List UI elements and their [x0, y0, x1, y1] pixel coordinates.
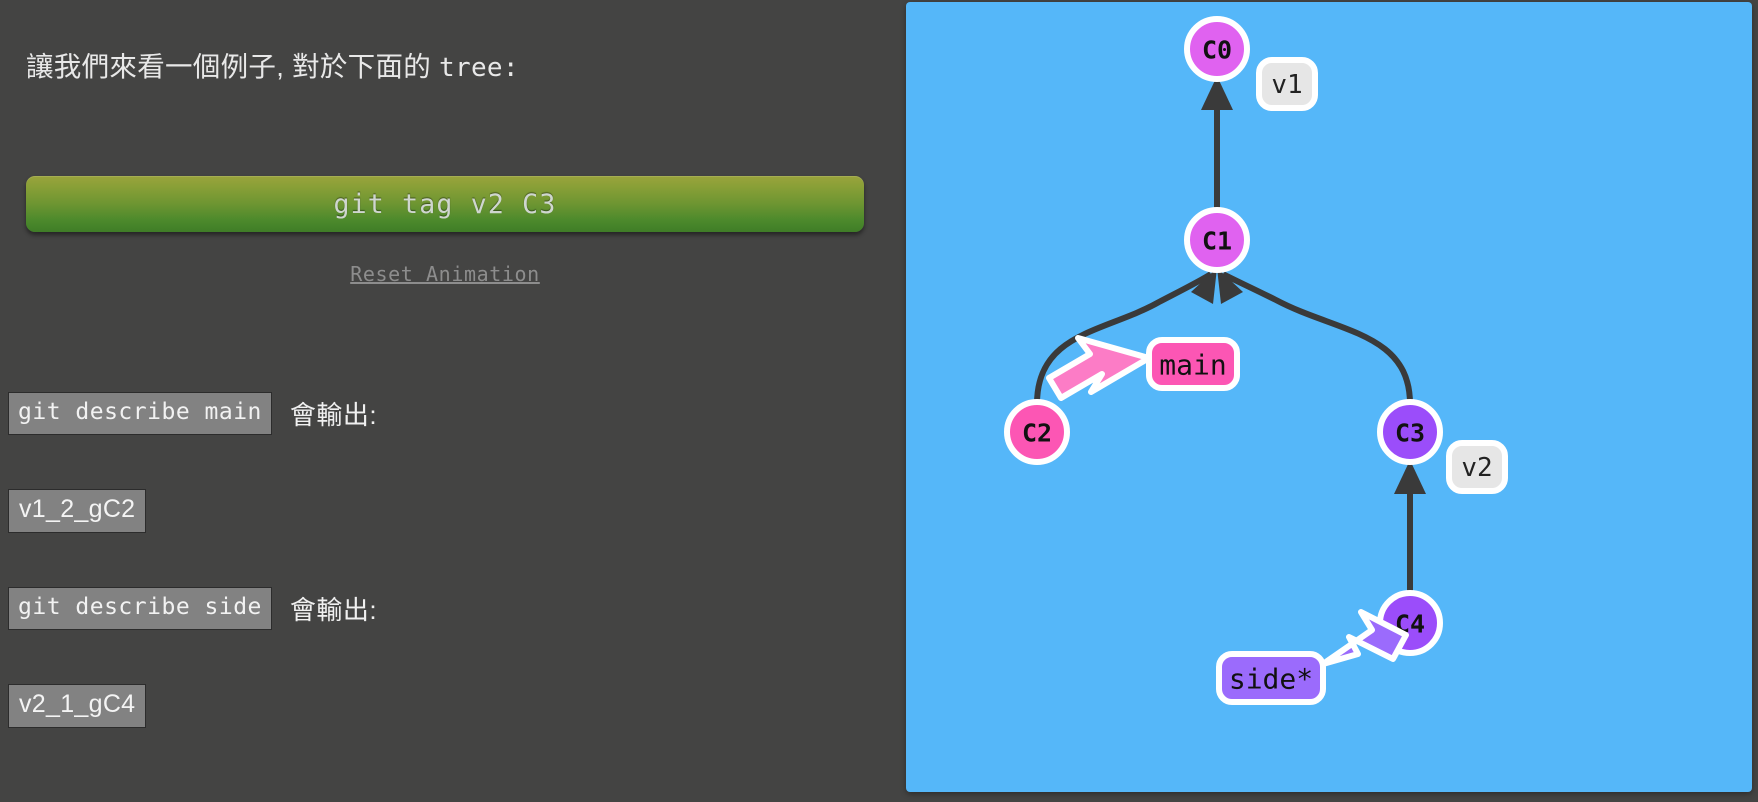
tag-v1-label: v1 — [1271, 70, 1302, 100]
lesson-intro-text: 讓我們來看一個例子, 對於下面的 — [26, 51, 440, 82]
git-commit-graph: .commit-circle { stroke-width: 6px; } .c… — [1004, 16, 1508, 705]
commit-c3-label: C3 — [1395, 419, 1425, 448]
git-visualization-panel[interactable]: .commit-circle { stroke-width: 6px; } .c… — [906, 2, 1752, 792]
commit-node-c0[interactable]: C0 — [1184, 16, 1250, 82]
result-row-describe-main: git describe main 會輸出: — [8, 392, 377, 435]
branch-main-label: main — [1159, 349, 1226, 382]
command-chip-describe-side: git describe side — [8, 587, 272, 630]
branch-side[interactable]: side* — [1216, 609, 1409, 705]
output-chip-describe-side: v2_1_gC4 — [8, 684, 147, 729]
tag-v2-label: v2 — [1461, 453, 1492, 483]
lesson-panel: 讓我們來看一個例子, 對於下面的 tree: git tag v2 C3 Res… — [0, 0, 906, 802]
commit-node-c1[interactable]: C1 — [1184, 207, 1250, 273]
commit-node-c3[interactable]: C3 — [1377, 399, 1443, 465]
edge-c3-to-c1 — [1217, 268, 1413, 405]
reset-animation-link[interactable]: Reset Animation — [26, 262, 864, 286]
commit-c2-label: C2 — [1022, 419, 1052, 448]
edge-c1-to-c0 — [1201, 76, 1233, 212]
lesson-intro-paragraph: 讓我們來看一個例子, 對於下面的 tree: — [26, 0, 880, 86]
lesson-intro-mono: tree: — [439, 53, 519, 83]
tag-v2[interactable]: v2 — [1446, 440, 1508, 494]
command-chip-describe-main: git describe main — [8, 392, 272, 435]
branch-side-label: side* — [1229, 663, 1313, 696]
git-tag-command-button[interactable]: git tag v2 C3 — [26, 176, 864, 232]
commit-c1-label: C1 — [1202, 227, 1232, 256]
edge-c4-to-c3 — [1394, 460, 1426, 594]
will-output-label-main: 會輸出: — [289, 399, 378, 430]
commit-c0-label: C0 — [1202, 36, 1232, 65]
output-chip-describe-main: v1_2_gC2 — [8, 489, 147, 534]
will-output-label-side: 會輸出: — [289, 594, 378, 625]
branch-main[interactable]: main — [1046, 335, 1240, 401]
commit-node-c2[interactable]: C2 — [1004, 399, 1070, 465]
tag-v1[interactable]: v1 — [1256, 57, 1318, 111]
result-row-describe-side: git describe side 會輸出: — [8, 587, 377, 630]
app-root: 讓我們來看一個例子, 對於下面的 tree: git tag v2 C3 Res… — [0, 0, 1758, 802]
